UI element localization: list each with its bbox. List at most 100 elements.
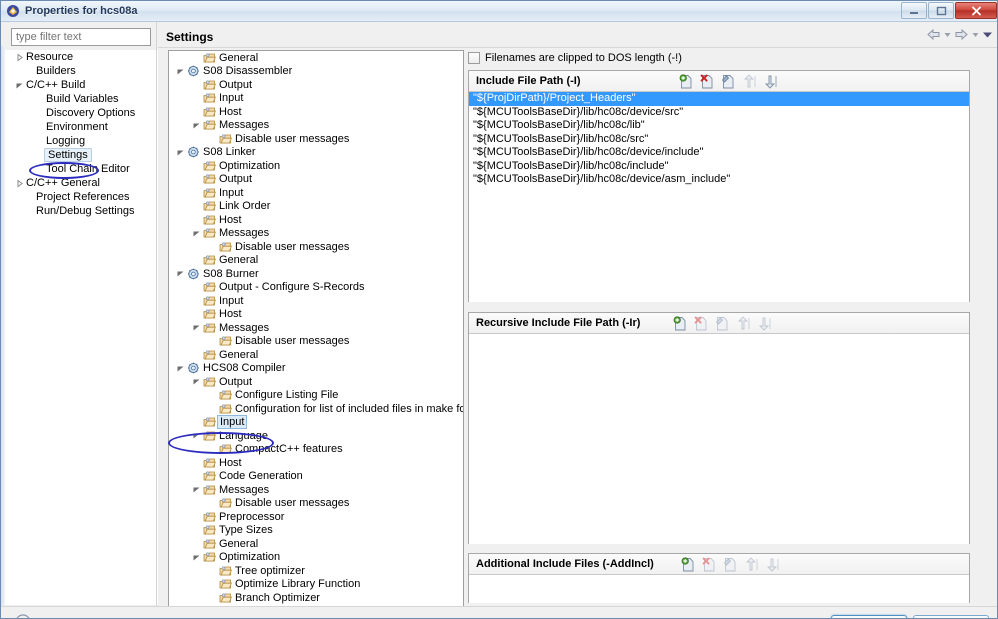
tool-tree-item-input[interactable]: Input <box>169 186 463 200</box>
back-arrow-icon[interactable] <box>926 28 941 41</box>
tool-tree-item-link-order[interactable]: Link Order <box>169 200 463 214</box>
sidebar-item-c-c-general[interactable]: C/C++ General <box>5 176 159 190</box>
sidebar-item-c-c-build[interactable]: C/C++ Build <box>5 78 159 92</box>
edit-path-icon[interactable] <box>720 73 737 90</box>
tool-tree-item-general[interactable]: General <box>169 254 463 268</box>
list-item[interactable]: "${ProjDirPath}/Project_Headers" <box>469 92 969 106</box>
ok-button[interactable]: OK <box>831 615 907 618</box>
path-list[interactable] <box>469 334 969 544</box>
tree-expanded-arrow-icon[interactable] <box>175 67 186 76</box>
tool-tree-item-disable-user-messages[interactable]: Disable user messages <box>169 132 463 146</box>
dos-clip-row[interactable]: Filenames are clipped to DOS length (-!) <box>468 52 682 64</box>
maximize-button[interactable] <box>928 2 954 19</box>
tool-tree-item-s08-disassembler[interactable]: S08 Disassembler <box>169 65 463 79</box>
sidebar-item-builders[interactable]: Builders <box>5 64 159 78</box>
tool-tree-item-optimization[interactable]: Optimization <box>169 551 463 565</box>
tool-tree-item-hcs08-compiler[interactable]: HCS08 Compiler <box>169 362 463 376</box>
tool-settings-tree[interactable]: General S08 Disassembler Output Input Host Me… <box>168 50 464 616</box>
tree-expanded-arrow-icon[interactable] <box>191 229 202 238</box>
sidebar-item-project-references[interactable]: Project References <box>5 190 159 204</box>
tool-tree-item-input[interactable]: Input <box>169 415 463 430</box>
move-down-icon[interactable] <box>762 73 779 90</box>
path-list[interactable] <box>469 575 969 603</box>
tool-tree-item-general[interactable]: General <box>169 348 463 362</box>
tool-tree-item-host[interactable]: Host <box>169 213 463 227</box>
sidebar-item-tool-chain-editor[interactable]: Tool Chain Editor <box>5 162 159 176</box>
tool-tree-item-preprocessor[interactable]: Preprocessor <box>169 510 463 524</box>
tool-tree-item-language[interactable]: Language <box>169 429 463 443</box>
tool-tree-item-general[interactable]: General <box>169 537 463 551</box>
tool-tree-item-input[interactable]: Input <box>169 92 463 106</box>
tree-expanded-arrow-icon[interactable] <box>191 121 202 130</box>
close-button[interactable] <box>955 2 997 19</box>
tool-tree-item-host[interactable]: Host <box>169 105 463 119</box>
forward-menu-chevron-down-icon[interactable] <box>971 30 980 39</box>
tool-tree-item-optimization[interactable]: Optimization <box>169 159 463 173</box>
add-path-icon[interactable] <box>672 315 689 332</box>
tool-tree-item-output[interactable]: Output <box>169 78 463 92</box>
sidebar-item-logging[interactable]: Logging <box>5 134 159 148</box>
forward-arrow-icon[interactable] <box>954 28 969 41</box>
tool-tree-item-s08-linker[interactable]: S08 Linker <box>169 146 463 160</box>
minimize-button[interactable] <box>901 2 927 19</box>
tool-tree-item-output[interactable]: Output <box>169 375 463 389</box>
filter-input[interactable] <box>11 28 151 46</box>
help-question-icon[interactable]: ? <box>15 614 31 618</box>
tool-tree-item-host[interactable]: Host <box>169 456 463 470</box>
list-item[interactable]: "${MCUToolsBaseDir}/lib/hc08c/src" <box>469 133 969 147</box>
list-item[interactable]: "${MCUToolsBaseDir}/lib/hc08c/device/inc… <box>469 146 969 160</box>
tool-tree-item-tree-optimizer[interactable]: Tree optimizer <box>169 564 463 578</box>
tool-tree-item-optimize-library-function[interactable]: Optimize Library Function <box>169 578 463 592</box>
tree-expanded-arrow-icon[interactable] <box>191 323 202 332</box>
tool-tree-item-configure-listing-file[interactable]: Configure Listing File <box>169 389 463 403</box>
sidebar-item-build-variables[interactable]: Build Variables <box>5 92 159 106</box>
add-path-icon[interactable] <box>678 73 695 90</box>
tool-tree-item-disable-user-messages[interactable]: Disable user messages <box>169 335 463 349</box>
tool-tree-item-configuration-for-list-of-included-files-in-make-format[interactable]: Configuration for list of included files… <box>169 402 463 416</box>
tool-tree-item-messages[interactable]: Messages <box>169 483 463 497</box>
tool-tree-item-general[interactable]: General <box>169 51 463 65</box>
tree-expanded-arrow-icon[interactable] <box>191 431 202 440</box>
list-item[interactable]: "${MCUToolsBaseDir}/lib/hc08c/device/src… <box>469 106 969 120</box>
tree-expanded-arrow-icon[interactable] <box>191 377 202 386</box>
list-item[interactable]: "${MCUToolsBaseDir}/lib/hc08c/include" <box>469 160 969 174</box>
tool-tree-item-messages[interactable]: Messages <box>169 119 463 133</box>
tree-expanded-arrow-icon[interactable] <box>175 364 186 373</box>
tree-expanded-arrow-icon[interactable] <box>191 553 202 562</box>
tool-tree-item-input[interactable]: Input <box>169 294 463 308</box>
tool-tree-item-disable-user-messages[interactable]: Disable user messages <box>169 240 463 254</box>
add-path-icon[interactable] <box>680 556 697 573</box>
sidebar-item-discovery-options[interactable]: Discovery Options <box>5 106 159 120</box>
properties-page-tree[interactable]: Resource Builders C/C++ Build Build Variabl… <box>5 50 159 605</box>
tool-tree-item-host[interactable]: Host <box>169 308 463 322</box>
tree-expanded-arrow-icon[interactable] <box>13 81 25 90</box>
back-menu-chevron-down-icon[interactable] <box>943 30 952 39</box>
tool-tree-item-messages[interactable]: Messages <box>169 321 463 335</box>
delete-path-icon <box>693 315 710 332</box>
tree-expanded-arrow-icon[interactable] <box>191 485 202 494</box>
list-item[interactable]: "${MCUToolsBaseDir}/lib/hc08c/lib" <box>469 119 969 133</box>
tool-tree-item-type-sizes[interactable]: Type Sizes <box>169 524 463 538</box>
dos-clip-checkbox[interactable] <box>468 52 480 64</box>
sidebar-item-settings[interactable]: Settings <box>5 148 159 162</box>
tool-tree-item-compactc-features[interactable]: CompactC++ features <box>169 443 463 457</box>
tree-expanded-arrow-icon[interactable] <box>175 269 186 278</box>
sidebar-item-environment[interactable]: Environment <box>5 120 159 134</box>
delete-path-icon[interactable] <box>699 73 716 90</box>
tree-collapsed-arrow-icon[interactable] <box>13 53 25 62</box>
tool-tree-item-output[interactable]: Output <box>169 173 463 187</box>
tool-tree-item-disable-user-messages[interactable]: Disable user messages <box>169 497 463 511</box>
tool-tree-item-output-configure-s-records[interactable]: Output - Configure S-Records <box>169 281 463 295</box>
list-item[interactable]: "${MCUToolsBaseDir}/lib/hc08c/device/asm… <box>469 173 969 187</box>
tree-collapsed-arrow-icon[interactable] <box>13 179 25 188</box>
view-menu-icon[interactable] <box>982 30 993 39</box>
tree-expanded-arrow-icon[interactable] <box>175 148 186 157</box>
path-list[interactable]: "${ProjDirPath}/Project_Headers" "${MCUTo… <box>469 92 969 302</box>
sidebar-item-resource[interactable]: Resource <box>5 50 159 64</box>
tool-tree-item-code-generation[interactable]: Code Generation <box>169 470 463 484</box>
tool-tree-item-branch-optimizer[interactable]: Branch Optimizer <box>169 591 463 605</box>
tool-tree-item-s08-burner[interactable]: S08 Burner <box>169 267 463 281</box>
cancel-button[interactable]: Cancel <box>913 615 989 618</box>
tool-tree-item-messages[interactable]: Messages <box>169 227 463 241</box>
sidebar-item-run-debug-settings[interactable]: Run/Debug Settings <box>5 204 159 218</box>
